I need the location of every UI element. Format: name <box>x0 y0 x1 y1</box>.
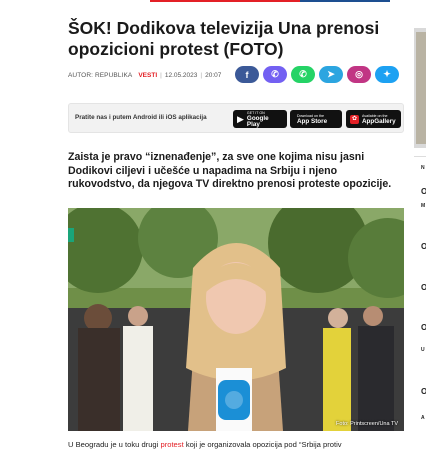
sidebar-news: N O M O O O U O A <box>414 156 426 452</box>
article-lead: Zaista je pravo “iznenađenje”, za sve on… <box>68 151 392 191</box>
telegram-share-button[interactable]: ➤ <box>319 66 343 83</box>
instagram-icon: ◎ <box>355 69 363 79</box>
sidebar-item[interactable]: O <box>421 323 426 332</box>
app-gallery-badge[interactable]: ✿ Available on the AppGallery <box>346 110 401 128</box>
google-play-icon: ▶ <box>237 113 244 124</box>
sidebar-item[interactable]: O <box>421 283 426 292</box>
sidebar-item[interactable]: M <box>421 203 425 209</box>
whatsapp-icon: ✆ <box>299 69 307 79</box>
whatsapp-share-button[interactable]: ✆ <box>291 66 315 83</box>
sidebar-item[interactable]: O <box>421 387 426 396</box>
body-text-rest: koji je organizovala opozicija pod “Srbi… <box>185 440 342 449</box>
protest-reporter-image <box>68 208 404 431</box>
sidebar-item[interactable]: O <box>421 187 426 196</box>
article-meta: AUTOR: REPUBLIKA VESTI | 12.05.2023 | 20… <box>68 66 221 84</box>
app-download-prompt: Pratite nas i putem Android ili iOS apli… <box>75 114 207 121</box>
instagram-share-button[interactable]: ◎ <box>347 66 371 83</box>
photo-credit: Foto: Printscreen/Una TV <box>336 421 398 427</box>
share-buttons: f ✆ ✆ ➤ ◎ ✦ <box>235 66 399 83</box>
accent-blue <box>300 0 390 2</box>
app-store-label: App Store <box>297 118 328 125</box>
article-photo: Foto: Printscreen/Una TV <box>68 208 404 431</box>
article-author: AUTOR: REPUBLIKA <box>68 71 133 79</box>
huawei-icon: ✿ <box>350 114 359 124</box>
twitter-icon: ✦ <box>383 69 391 79</box>
app-download-box: Pratite nas i putem Android ili iOS apli… <box>68 103 404 133</box>
sidebar-item[interactable]: U <box>421 347 425 353</box>
sidebar-heading: N <box>421 165 425 171</box>
meta-separator: | <box>160 71 162 79</box>
top-accent-strip <box>0 0 426 4</box>
article-title: ŠOK! Dodikova televizija Una prenosi opo… <box>68 18 380 59</box>
side-ad-frame[interactable] <box>414 28 426 148</box>
article-time: 20:07 <box>205 71 222 79</box>
facebook-icon: f <box>245 69 249 80</box>
article-category-link[interactable]: VESTI <box>138 72 157 79</box>
sidebar-item[interactable]: A <box>421 415 425 421</box>
telegram-icon: ➤ <box>327 69 335 79</box>
viber-share-button[interactable]: ✆ <box>263 66 287 83</box>
accent-red <box>150 0 300 2</box>
app-store-badge[interactable]: Download on the App Store <box>290 110 342 128</box>
sidebar-item[interactable]: O <box>421 242 426 251</box>
article-body: U Beogradu je u toku drugi protest koji … <box>68 440 404 449</box>
twitter-share-button[interactable]: ✦ <box>375 66 399 83</box>
google-play-badge[interactable]: ▶ GET IT ON Google Play <box>233 110 287 128</box>
article-date: 12.05.2023 <box>164 71 198 79</box>
viber-icon: ✆ <box>271 69 279 79</box>
body-text-start: U Beogradu je u toku drugi <box>68 440 159 449</box>
google-play-label: Google Play <box>246 115 269 128</box>
body-protest-link[interactable]: protest <box>160 440 183 449</box>
meta-separator: | <box>200 71 203 79</box>
app-gallery-label: AppGallery <box>362 118 396 125</box>
facebook-share-button[interactable]: f <box>235 66 259 83</box>
